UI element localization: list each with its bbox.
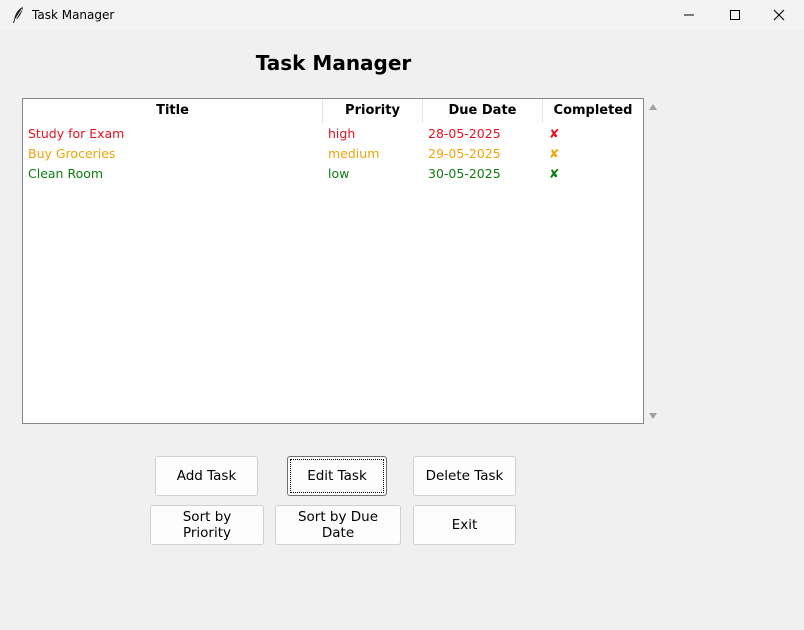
task-table[interactable]: Title Priority Due Date Completed Study …	[22, 98, 644, 424]
window-title: Task Manager	[32, 8, 115, 22]
table-row[interactable]: Clean Room low 30-05-2025 ✘	[23, 164, 643, 184]
scroll-down-arrow-icon[interactable]	[648, 412, 658, 420]
table-scrollbar[interactable]	[646, 98, 660, 424]
table-header: Title Priority Due Date Completed	[23, 99, 643, 123]
table-row[interactable]: Buy Groceries medium 29-05-2025 ✘	[23, 144, 643, 164]
task-due-date: 28-05-2025	[428, 126, 501, 141]
delete-task-button[interactable]: Delete Task	[413, 456, 516, 496]
task-title: Clean Room	[28, 166, 104, 181]
column-header-completed[interactable]: Completed	[543, 99, 643, 123]
edit-task-button[interactable]: Edit Task	[287, 456, 387, 496]
feather-icon	[13, 7, 23, 23]
column-header-title[interactable]: Title	[23, 99, 323, 123]
scroll-up-arrow-icon[interactable]	[648, 103, 658, 111]
sort-by-priority-button[interactable]: Sort by Priority	[150, 505, 264, 545]
title-bar: Task Manager	[0, 0, 804, 30]
task-due-date: 30-05-2025	[428, 166, 501, 181]
minimize-button[interactable]	[666, 0, 712, 30]
close-button[interactable]	[756, 0, 802, 30]
table-row[interactable]: Study for Exam high 28-05-2025 ✘	[23, 124, 643, 144]
page-title: Task Manager	[255, 51, 412, 75]
minimize-icon	[684, 14, 694, 16]
task-due-date: 29-05-2025	[428, 146, 501, 161]
task-title: Study for Exam	[28, 126, 125, 141]
task-completed: ✘	[549, 146, 560, 161]
column-header-due-date[interactable]: Due Date	[423, 99, 543, 123]
task-completed: ✘	[549, 166, 560, 181]
maximize-button[interactable]	[712, 0, 758, 30]
task-completed: ✘	[549, 126, 560, 141]
maximize-icon	[730, 10, 740, 20]
exit-button[interactable]: Exit	[413, 505, 516, 545]
close-icon	[773, 9, 785, 21]
task-priority: high	[328, 126, 356, 141]
sort-by-due-date-button[interactable]: Sort by Due Date	[275, 505, 401, 545]
add-task-button[interactable]: Add Task	[155, 456, 258, 496]
task-priority: low	[328, 166, 350, 181]
column-header-priority[interactable]: Priority	[323, 99, 423, 123]
task-title: Buy Groceries	[28, 146, 116, 161]
task-priority: medium	[328, 146, 380, 161]
